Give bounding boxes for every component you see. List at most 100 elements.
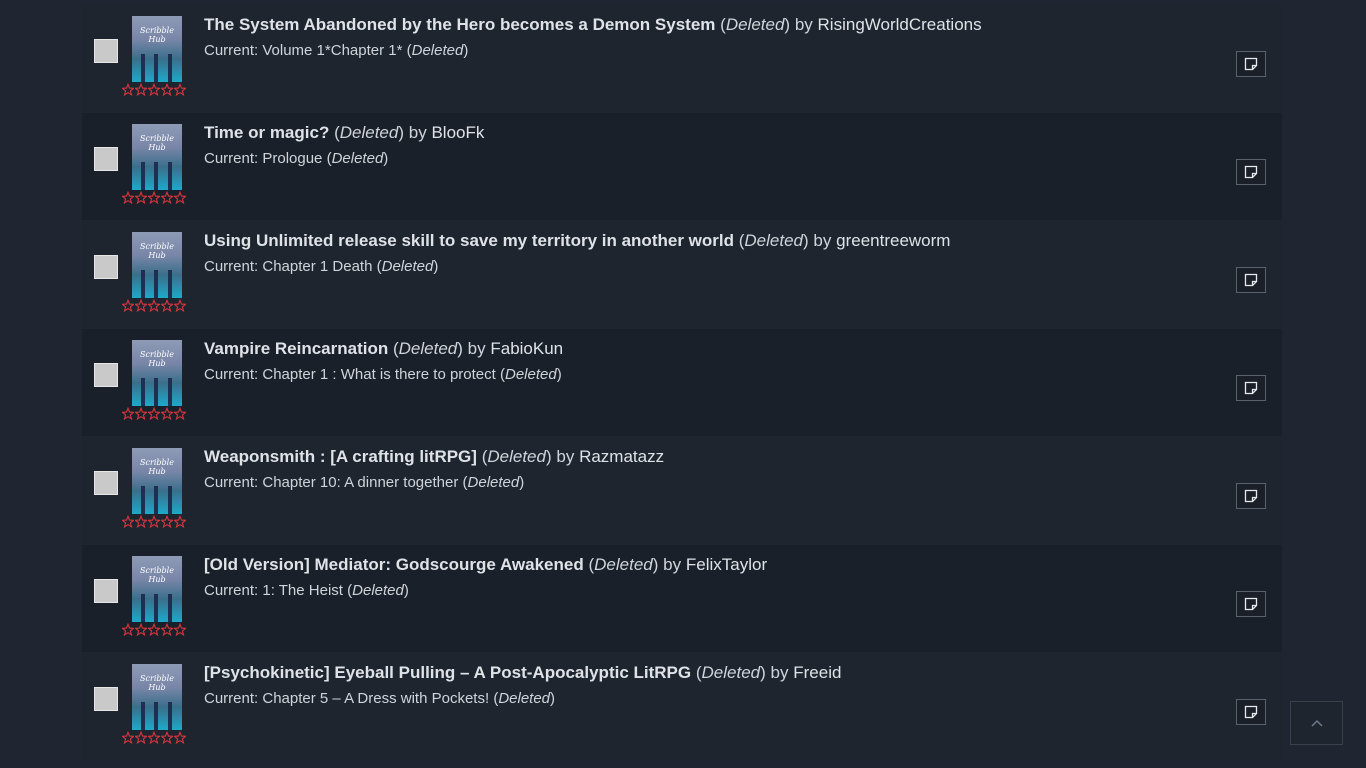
author-link[interactable]: FelixTaylor [686, 555, 767, 574]
rating-stars [122, 623, 186, 636]
star-outline-icon[interactable] [161, 731, 173, 744]
novel-title[interactable]: [Psychokinetic] Eyeball Pulling – A Post… [204, 663, 691, 682]
novel-cover[interactable]: Scribble Hub [132, 340, 182, 406]
star-outline-icon[interactable] [135, 191, 147, 204]
novel-cover[interactable]: Scribble Hub [132, 232, 182, 298]
star-outline-icon[interactable] [148, 515, 160, 528]
select-checkbox[interactable] [94, 471, 118, 495]
deleted-status: Deleted [487, 447, 546, 466]
author-link[interactable]: Freeid [793, 663, 841, 682]
paren-close: ) [457, 339, 463, 358]
novel-cover[interactable]: Scribble Hub [132, 448, 182, 514]
star-outline-icon[interactable] [148, 407, 160, 420]
novel-cover[interactable]: Scribble Hub [132, 124, 182, 190]
star-outline-icon[interactable] [122, 191, 134, 204]
star-outline-icon[interactable] [148, 83, 160, 96]
select-checkbox[interactable] [94, 363, 118, 387]
list-item: Scribble Hub Using Unlimited release skil… [82, 221, 1282, 328]
author-link[interactable]: FabioKun [490, 339, 563, 358]
star-outline-icon[interactable] [148, 731, 160, 744]
paren-close: ) [398, 123, 405, 142]
star-outline-icon[interactable] [161, 623, 173, 636]
novel-title[interactable]: Vampire Reincarnation [204, 339, 388, 358]
novel-title[interactable]: Using Unlimited release skill to save my… [204, 231, 734, 250]
star-outline-icon[interactable] [122, 83, 134, 96]
add-note-button[interactable] [1236, 267, 1266, 293]
paren-close: ) [519, 474, 525, 491]
scroll-to-top-button[interactable] [1290, 701, 1343, 745]
novel-cover[interactable]: Scribble Hub [132, 16, 182, 82]
novel-cover[interactable]: Scribble Hub [132, 664, 182, 730]
add-note-button[interactable] [1236, 591, 1266, 617]
star-outline-icon[interactable] [174, 83, 186, 96]
star-outline-icon[interactable] [174, 623, 186, 636]
author-link[interactable]: greentreeworm [836, 231, 950, 250]
select-checkbox[interactable] [94, 687, 118, 711]
star-outline-icon[interactable] [122, 407, 134, 420]
author-link[interactable]: RisingWorldCreations [818, 15, 982, 34]
star-outline-icon[interactable] [174, 191, 186, 204]
paren-close: ) [383, 150, 389, 167]
add-note-button[interactable] [1236, 159, 1266, 185]
title-line: Vampire Reincarnation (Deleted) by Fabio… [204, 337, 1182, 361]
star-outline-icon[interactable] [122, 515, 134, 528]
cover-logo: Scribble Hub [140, 242, 174, 260]
star-outline-icon[interactable] [161, 407, 173, 420]
star-outline-icon[interactable] [148, 623, 160, 636]
current-deleted-status: Deleted [381, 258, 434, 275]
star-outline-icon[interactable] [135, 407, 147, 420]
novel-title[interactable]: Time or magic? [204, 123, 329, 142]
paren-close: ) [652, 555, 659, 574]
current-chapter-link[interactable]: Prologue [262, 150, 322, 167]
star-outline-icon[interactable] [135, 731, 147, 744]
current-chapter-link[interactable]: Chapter 5 – A Dress with Pockets! [262, 690, 489, 707]
select-checkbox[interactable] [94, 39, 118, 63]
paren-close: ) [545, 447, 552, 466]
current-chapter-link[interactable]: Chapter 10: A dinner together [262, 474, 458, 491]
star-outline-icon[interactable] [161, 83, 173, 96]
star-outline-icon[interactable] [135, 299, 147, 312]
current-chapter-link[interactable]: Chapter 1 : What is there to protect [262, 366, 495, 383]
current-chapter-link[interactable]: Chapter 1 Death [262, 258, 372, 275]
select-checkbox[interactable] [94, 255, 118, 279]
author-link[interactable]: Razmatazz [579, 447, 664, 466]
current-chapter-link[interactable]: Volume 1*Chapter 1* [262, 42, 402, 59]
title-line: Time or magic? (Deleted) by BlooFk [204, 121, 1182, 145]
star-outline-icon[interactable] [135, 515, 147, 528]
cover-stripe [168, 270, 172, 298]
author-link[interactable]: BlooFk [431, 123, 484, 142]
star-outline-icon[interactable] [174, 407, 186, 420]
current-chapter-link[interactable]: 1: The Heist [262, 582, 343, 599]
star-outline-icon[interactable] [161, 515, 173, 528]
paren-close: ) [463, 42, 469, 59]
star-outline-icon[interactable] [122, 623, 134, 636]
add-note-button[interactable] [1236, 51, 1266, 77]
select-checkbox[interactable] [94, 579, 118, 603]
star-outline-icon[interactable] [148, 299, 160, 312]
add-note-button[interactable] [1236, 483, 1266, 509]
novel-title[interactable]: The System Abandoned by the Hero becomes… [204, 15, 715, 34]
novel-title[interactable]: Weaponsmith : [A crafting litRPG] [204, 447, 477, 466]
add-note-button[interactable] [1236, 699, 1266, 725]
star-outline-icon[interactable] [122, 299, 134, 312]
cover-stripe [168, 486, 172, 514]
novel-cover[interactable]: Scribble Hub [132, 556, 182, 622]
star-outline-icon[interactable] [174, 299, 186, 312]
select-checkbox[interactable] [94, 147, 118, 171]
star-outline-icon[interactable] [122, 731, 134, 744]
star-outline-icon[interactable] [135, 83, 147, 96]
star-outline-icon[interactable] [148, 191, 160, 204]
star-outline-icon[interactable] [174, 731, 186, 744]
cover-stripe [168, 378, 172, 406]
rating-stars [122, 83, 186, 96]
novel-title[interactable]: [Old Version] Mediator: Godscourge Awake… [204, 555, 584, 574]
cover-stripe [141, 594, 145, 622]
by-label: by [556, 447, 575, 466]
star-outline-icon[interactable] [174, 515, 186, 528]
star-outline-icon[interactable] [135, 623, 147, 636]
star-outline-icon[interactable] [161, 191, 173, 204]
cover-logo: Scribble Hub [140, 566, 174, 584]
add-note-button[interactable] [1236, 375, 1266, 401]
star-outline-icon[interactable] [161, 299, 173, 312]
current-label: Current: [204, 366, 259, 383]
